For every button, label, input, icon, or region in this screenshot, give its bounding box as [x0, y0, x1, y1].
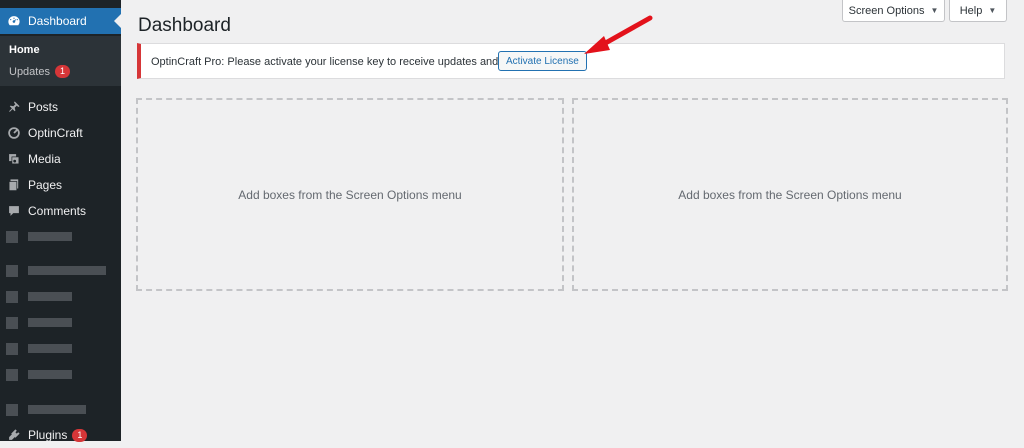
media-icon — [9, 154, 20, 165]
annotation-arrow-icon — [584, 15, 653, 54]
plugins-count-badge: 1 — [72, 428, 88, 442]
menu-item-pages-label: Pages — [28, 178, 63, 192]
caret-down-icon: ▼ — [930, 6, 939, 15]
redacted-icon — [6, 291, 18, 303]
redacted-icon — [6, 265, 18, 277]
page-title: Dashboard — [138, 15, 231, 36]
redacted-icon — [6, 317, 18, 329]
submenu-item-updates-label: Updates — [9, 65, 50, 78]
plugin-icon — [9, 429, 20, 440]
menu-item-optincraft[interactable]: OptinCraft — [0, 120, 121, 146]
redacted-label — [28, 266, 106, 275]
menu-item-posts[interactable]: Posts — [0, 94, 121, 120]
dashboard-submenu: Home Updates 1 — [0, 36, 121, 86]
menu-item-optincraft-label: OptinCraft — [28, 126, 83, 140]
help-button[interactable]: Help ▼ — [949, 0, 1007, 22]
redacted-label — [28, 370, 72, 379]
redacted-icon — [6, 404, 18, 416]
menu-item-plugins-label: Plugins — [28, 428, 68, 442]
dashboard-gauge-icon — [8, 16, 20, 26]
placeholder-text: Add boxes from the Screen Options menu — [238, 187, 462, 202]
menu-item-dashboard-label: Dashboard — [28, 14, 87, 28]
submenu-item-updates[interactable]: Updates 1 — [9, 65, 70, 78]
menu-item-media-label: Media — [28, 152, 61, 166]
menu-item-comments-label: Comments — [28, 204, 87, 218]
admin-sidebar: Dashboard Home Updates 1 Posts OptinCraf… — [0, 0, 121, 442]
dashboard-box-placeholder: Add boxes from the Screen Options menu — [572, 98, 1008, 291]
active-indicator — [114, 14, 121, 28]
menu-item-plugins[interactable]: Plugins 1 — [0, 422, 121, 448]
activate-license-button[interactable]: Activate License — [498, 51, 587, 71]
redacted-label — [28, 292, 72, 301]
license-notice: OptinCraft Pro: Please activate your lic… — [137, 43, 1005, 79]
redacted-label — [28, 344, 72, 353]
help-label: Help — [959, 4, 983, 17]
dashboard-box-placeholder: Add boxes from the Screen Options menu — [136, 98, 564, 291]
optincraft-icon — [8, 127, 20, 139]
redacted-label — [28, 232, 72, 241]
redacted-label — [28, 318, 72, 327]
placeholder-text: Add boxes from the Screen Options menu — [678, 187, 902, 202]
notice-message: OptinCraft Pro: Please activate your lic… — [151, 56, 542, 68]
redacted-icon — [6, 231, 18, 243]
comment-icon — [9, 206, 19, 216]
caret-down-icon: ▼ — [988, 6, 997, 15]
screen-options-label: Screen Options — [848, 4, 925, 17]
screen-options-button[interactable]: Screen Options ▼ — [842, 0, 945, 22]
submenu-item-home[interactable]: Home — [9, 44, 40, 56]
redacted-label — [28, 405, 86, 414]
menu-item-posts-label: Posts — [28, 100, 59, 114]
redacted-icon — [6, 369, 18, 381]
pushpin-icon — [9, 101, 20, 112]
menu-item-pages[interactable]: Pages — [0, 172, 121, 198]
pages-icon — [8, 179, 19, 191]
menu-item-media[interactable]: Media — [0, 146, 121, 172]
submenu-item-home-label: Home — [9, 44, 40, 56]
redacted-icon — [6, 343, 18, 355]
updates-count-badge: 1 — [54, 65, 70, 78]
menu-item-dashboard[interactable]: Dashboard — [0, 8, 121, 34]
menu-item-comments[interactable]: Comments — [0, 198, 121, 224]
